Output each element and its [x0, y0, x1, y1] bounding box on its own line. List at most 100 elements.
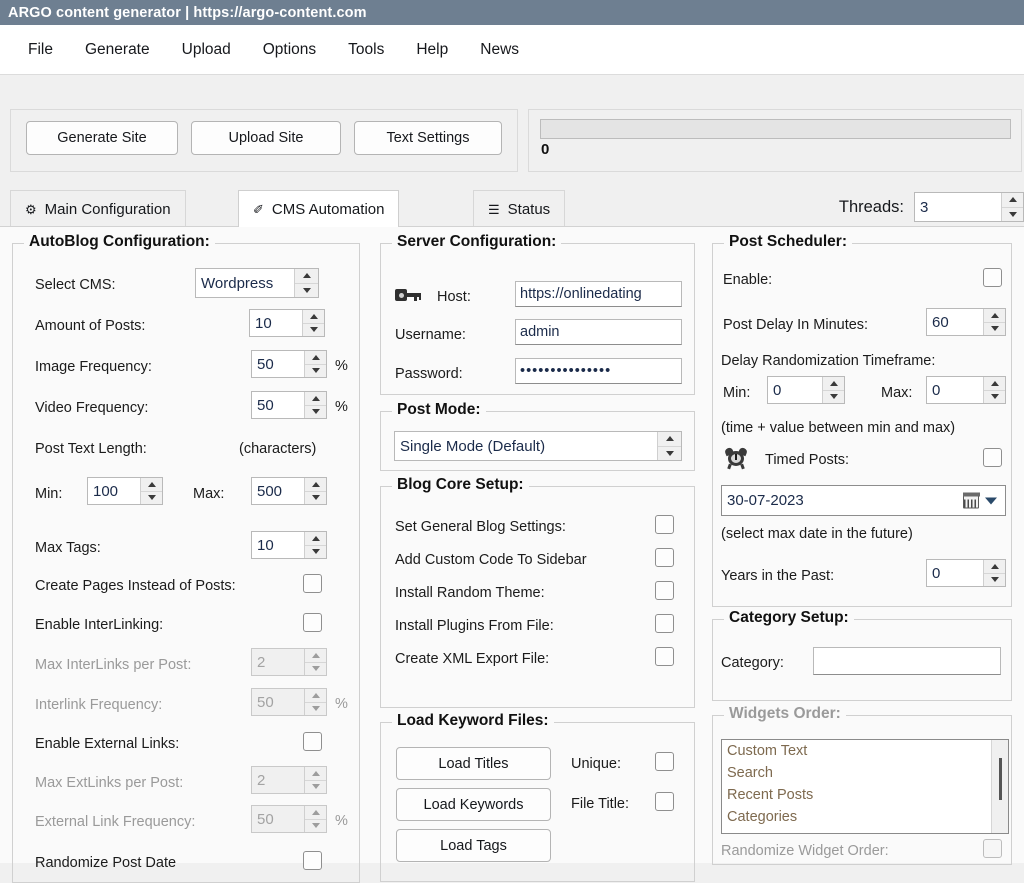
amount-of-posts-spinner-buttons[interactable] — [302, 310, 324, 336]
randomize-post-date-checkbox[interactable] — [303, 851, 322, 870]
delay-max-decrement-button[interactable] — [984, 391, 1005, 404]
threads-decrement-button[interactable] — [1002, 208, 1023, 222]
username-input[interactable]: admin — [515, 319, 682, 345]
list-item[interactable]: Search — [722, 762, 1008, 784]
threads-increment-button[interactable] — [1002, 193, 1023, 208]
max-tags-spinner-buttons[interactable] — [304, 532, 326, 558]
amount-of-posts-increment-button[interactable] — [303, 310, 324, 324]
delay-max-spinner[interactable]: 0 — [926, 376, 1006, 404]
password-input[interactable]: ••••••••••••••• — [515, 358, 682, 384]
amount-of-posts-decrement-button[interactable] — [303, 324, 324, 337]
image-frequency-increment-button[interactable] — [305, 351, 326, 365]
post-length-max-spinner-buttons[interactable] — [304, 478, 326, 504]
video-frequency-decrement-button[interactable] — [305, 406, 326, 419]
threads-spinner-buttons[interactable] — [1001, 193, 1023, 221]
external-link-frequency-spinner-buttons[interactable] — [304, 806, 326, 832]
delay-max-spinner-buttons[interactable] — [983, 377, 1005, 403]
post-length-min-spinner[interactable]: 100 — [87, 477, 163, 505]
post-length-min-decrement-button[interactable] — [141, 492, 162, 505]
list-item[interactable]: Categories — [722, 806, 1008, 828]
max-extlinks-decrement-button[interactable] — [305, 781, 326, 794]
external-link-frequency-increment-button[interactable] — [305, 806, 326, 820]
list-item[interactable]: Custom Text — [722, 740, 1008, 762]
enable-external-links-checkbox[interactable] — [303, 732, 322, 751]
max-tags-decrement-button[interactable] — [305, 546, 326, 559]
post-delay-spinner-buttons[interactable] — [983, 309, 1005, 335]
delay-min-spinner-buttons[interactable] — [822, 377, 844, 403]
max-interlinks-increment-button[interactable] — [305, 649, 326, 663]
post-length-max-increment-button[interactable] — [305, 478, 326, 492]
delay-max-increment-button[interactable] — [984, 377, 1005, 391]
create-xml-export-checkbox[interactable] — [655, 647, 674, 666]
post-delay-spinner[interactable]: 60 — [926, 308, 1006, 336]
load-tags-button[interactable]: Load Tags — [396, 829, 551, 862]
install-random-theme-checkbox[interactable] — [655, 581, 674, 600]
video-frequency-increment-button[interactable] — [305, 392, 326, 406]
post-mode-combo[interactable]: Single Mode (Default) — [394, 431, 682, 461]
list-item[interactable]: Recent Posts — [722, 784, 1008, 806]
delay-min-spinner[interactable]: 0 — [767, 376, 845, 404]
video-frequency-spinner[interactable]: 50 — [251, 391, 327, 419]
post-mode-combo-buttons[interactable] — [657, 432, 681, 460]
menu-item-upload[interactable]: Upload — [166, 37, 247, 63]
image-frequency-spinner[interactable]: 50 — [251, 350, 327, 378]
set-general-blog-settings-checkbox[interactable] — [655, 515, 674, 534]
chevron-down-icon[interactable] — [985, 497, 997, 504]
upload-site-button[interactable]: Upload Site — [191, 121, 341, 155]
menu-item-tools[interactable]: Tools — [332, 37, 400, 63]
menu-item-news[interactable]: News — [464, 37, 535, 63]
post-mode-down-button[interactable] — [658, 447, 681, 461]
generate-site-button[interactable]: Generate Site — [26, 121, 178, 155]
post-length-max-decrement-button[interactable] — [305, 492, 326, 505]
scheduler-enable-checkbox[interactable] — [983, 268, 1002, 287]
install-plugins-checkbox[interactable] — [655, 614, 674, 633]
enable-interlinking-checkbox[interactable] — [303, 613, 322, 632]
post-length-max-spinner[interactable]: 500 — [251, 477, 327, 505]
interlink-frequency-spinner-buttons[interactable] — [304, 689, 326, 715]
select-cms-up-button[interactable] — [295, 269, 318, 284]
max-interlinks-decrement-button[interactable] — [305, 663, 326, 676]
years-in-past-spinner[interactable]: 0 — [926, 559, 1006, 587]
unique-checkbox[interactable] — [655, 752, 674, 771]
tab-cms-automation[interactable]: ✐ CMS Automation — [238, 190, 399, 227]
timed-posts-checkbox[interactable] — [983, 448, 1002, 467]
interlink-frequency-increment-button[interactable] — [305, 689, 326, 703]
threads-spinner[interactable]: 3 — [914, 192, 1024, 222]
years-in-past-increment-button[interactable] — [984, 560, 1005, 574]
amount-of-posts-spinner[interactable]: 10 — [249, 309, 325, 337]
post-mode-up-button[interactable] — [658, 432, 681, 447]
text-settings-button[interactable]: Text Settings — [354, 121, 502, 155]
max-date-picker[interactable]: 30-07-2023 — [721, 485, 1006, 516]
category-input[interactable] — [813, 647, 1001, 675]
randomize-widget-order-checkbox[interactable] — [983, 839, 1002, 858]
external-link-frequency-spinner[interactable]: 50 — [251, 805, 327, 833]
filetitle-checkbox[interactable] — [655, 792, 674, 811]
image-frequency-spinner-buttons[interactable] — [304, 351, 326, 377]
widgets-order-listbox[interactable]: Custom Text Search Recent Posts Categori… — [721, 739, 1009, 834]
tab-main-configuration[interactable]: ⚙ Main Configuration — [10, 190, 186, 227]
max-interlinks-spinner-buttons[interactable] — [304, 649, 326, 675]
add-custom-code-checkbox[interactable] — [655, 548, 674, 567]
years-in-past-decrement-button[interactable] — [984, 574, 1005, 587]
external-link-frequency-decrement-button[interactable] — [305, 820, 326, 833]
delay-min-increment-button[interactable] — [823, 377, 844, 391]
widgets-order-scrollbar[interactable] — [991, 740, 1008, 833]
years-in-past-spinner-buttons[interactable] — [983, 560, 1005, 586]
load-keywords-button[interactable]: Load Keywords — [396, 788, 551, 821]
menu-item-options[interactable]: Options — [247, 37, 332, 63]
menu-item-generate[interactable]: Generate — [69, 37, 166, 63]
interlink-frequency-spinner[interactable]: 50 — [251, 688, 327, 716]
video-frequency-spinner-buttons[interactable] — [304, 392, 326, 418]
select-cms-combo[interactable]: Wordpress — [195, 268, 319, 298]
select-cms-down-button[interactable] — [295, 284, 318, 298]
load-titles-button[interactable]: Load Titles — [396, 747, 551, 780]
menu-item-file[interactable]: File — [12, 37, 69, 63]
scrollbar-thumb[interactable] — [999, 758, 1002, 800]
post-delay-decrement-button[interactable] — [984, 323, 1005, 336]
max-tags-spinner[interactable]: 10 — [251, 531, 327, 559]
post-length-min-increment-button[interactable] — [141, 478, 162, 492]
tab-status[interactable]: ☰ Status — [473, 190, 565, 227]
menu-item-help[interactable]: Help — [400, 37, 464, 63]
delay-min-decrement-button[interactable] — [823, 391, 844, 404]
max-interlinks-spinner[interactable]: 2 — [251, 648, 327, 676]
